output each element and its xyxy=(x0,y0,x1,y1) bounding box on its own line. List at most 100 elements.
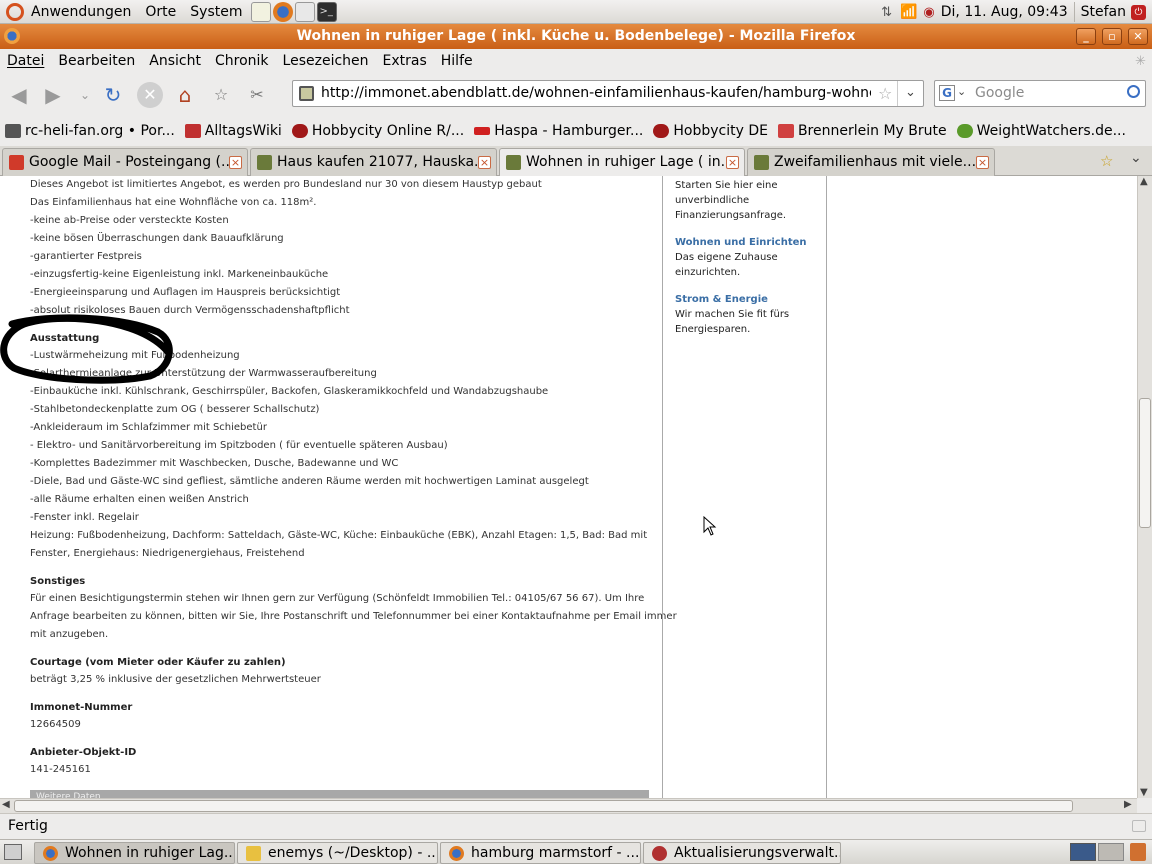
url-dropdown-icon[interactable]: ⌄ xyxy=(897,81,923,106)
site-identity-icon[interactable] xyxy=(299,86,314,101)
firefox-launcher-icon[interactable] xyxy=(272,1,293,22)
menu-bearbeiten[interactable]: Bearbeiten xyxy=(51,53,142,69)
throbber-icon: ✳ xyxy=(1135,54,1146,69)
tab-close-icon[interactable]: × xyxy=(726,156,739,169)
text-editor-launcher-icon[interactable] xyxy=(250,1,271,22)
workspace-switcher-active[interactable] xyxy=(1070,843,1096,861)
ubuntu-logo-icon[interactable] xyxy=(6,2,24,21)
ausstattung-line: -Fenster inkl. Regelair xyxy=(30,512,139,523)
search-icon[interactable] xyxy=(1127,85,1140,98)
search-bar[interactable]: G ⌄ Google xyxy=(934,80,1146,107)
firefox-app-icon xyxy=(43,846,58,861)
scroll-up-icon[interactable]: ▲ xyxy=(1140,176,1148,187)
new-tab-icon[interactable]: ☆ xyxy=(1100,152,1113,170)
finanz-text: Starten Sie hier eine xyxy=(675,180,778,191)
vertical-scrollbar[interactable]: ▲ ▼ xyxy=(1137,176,1152,798)
shutdown-icon[interactable]: ⏻ xyxy=(1131,4,1146,20)
user-menu[interactable]: Stefan xyxy=(1081,4,1126,20)
more-data-bar[interactable]: Weitere Daten xyxy=(30,790,649,798)
close-button[interactable]: ✕ xyxy=(1128,28,1148,45)
menu-chronik[interactable]: Chronik xyxy=(208,53,276,69)
tab-close-icon[interactable]: × xyxy=(478,156,491,169)
reload-button[interactable]: ↻ xyxy=(100,82,126,108)
forward-button[interactable]: ▶ xyxy=(40,82,66,108)
window-titlebar[interactable]: Wohnen in ruhiger Lage ( inkl. Küche u. … xyxy=(0,24,1152,49)
finanz-text: Finanzierungsanfrage. xyxy=(675,210,787,221)
bookmark-item[interactable]: Brennerlein My Brute xyxy=(773,123,952,139)
window-menu-icon[interactable] xyxy=(4,28,20,44)
minimize-button[interactable]: _ xyxy=(1076,28,1096,45)
tab-list-dropdown-icon[interactable]: ⌄ xyxy=(1130,150,1142,166)
update-manager-icon xyxy=(652,846,667,861)
back-button[interactable]: ◀ xyxy=(6,82,32,108)
scroll-left-icon[interactable]: ◀ xyxy=(2,799,10,810)
menu-datei[interactable]: Datei xyxy=(0,53,51,69)
bookmark-favicon-icon xyxy=(474,127,491,135)
menu-orte[interactable]: Orte xyxy=(138,0,183,24)
ausstattung-line: - Elektro- und Sanitärvorbereitung im Sp… xyxy=(30,440,448,451)
tab-label: Haus kaufen 21077, Hauska... xyxy=(277,154,488,170)
taskbar-item-firefox-search[interactable]: hamburg marmstorf - ... xyxy=(440,842,641,864)
menu-system[interactable]: System xyxy=(183,0,249,24)
menu-extras[interactable]: Extras xyxy=(376,53,434,69)
new-bookmark-icon[interactable]: ☆ xyxy=(208,82,234,108)
bookmark-item[interactable]: rc-heli-fan.org • Por... xyxy=(0,123,180,139)
editor-app-icon xyxy=(246,846,261,861)
scroll-corner xyxy=(1137,798,1152,813)
menu-lesezeichen[interactable]: Lesezeichen xyxy=(276,53,376,69)
horizontal-scrollbar[interactable]: ◀ ▶ xyxy=(0,798,1137,813)
maximize-button[interactable]: ▫ xyxy=(1102,28,1122,45)
search-engine-dropdown-icon[interactable]: ⌄ xyxy=(957,85,966,98)
tab-google-mail[interactable]: Google Mail - Posteingang (... × xyxy=(2,148,248,176)
immonet-favicon-icon xyxy=(754,155,769,170)
tab-zweifamilienhaus[interactable]: Zweifamilienhaus mit viele... × xyxy=(747,148,995,176)
wohnen-einrichten-link[interactable]: Wohnen und Einrichten xyxy=(675,237,807,248)
bookmark-favicon-icon xyxy=(5,124,21,138)
bookmark-item[interactable]: AlltagsWiki xyxy=(180,123,287,139)
scroll-down-icon[interactable]: ▼ xyxy=(1140,787,1148,798)
scroll-right-icon[interactable]: ▶ xyxy=(1124,799,1132,810)
taskbar-item-firefox[interactable]: Wohnen in ruhiger Lag... xyxy=(34,842,235,864)
bookmark-star-icon[interactable]: ☆ xyxy=(878,84,892,103)
ausstattung-line: -Ankleideraum im Schlafzimmer mit Schieb… xyxy=(30,422,267,433)
url-input[interactable]: http://immonet.abendblatt.de/wohnen-einf… xyxy=(321,85,871,101)
trash-icon[interactable] xyxy=(1130,843,1146,861)
finanz-text: unverbindliche xyxy=(675,195,750,206)
tab-close-icon[interactable]: × xyxy=(976,156,989,169)
terminal-launcher-icon[interactable]: >_ xyxy=(316,1,337,22)
strom-text: Wir machen Sie fit fürs xyxy=(675,309,790,320)
bookmark-item[interactable]: Hobbycity Online R/... xyxy=(287,123,469,139)
bookmark-item[interactable]: Haspa - Hamburger... xyxy=(469,123,648,139)
bookmark-item[interactable]: WeightWatchers.de... xyxy=(952,123,1131,139)
bookmark-item[interactable]: Hobbycity DE xyxy=(648,123,773,139)
strom-energie-link[interactable]: Strom & Energie xyxy=(675,294,768,305)
taskbar-item-update-manager[interactable]: Aktualisierungsverwalt... xyxy=(643,842,841,864)
show-desktop-icon[interactable] xyxy=(4,844,22,860)
tab-label: Zweifamilienhaus mit viele... xyxy=(774,154,977,170)
notification-icon[interactable]: ⇅ xyxy=(881,5,892,20)
tools-icon[interactable]: ✂ xyxy=(244,82,270,108)
wohnen-text: Das eigene Zuhause xyxy=(675,252,778,263)
search-engine-icon[interactable]: G xyxy=(939,85,955,101)
volume-muted-icon[interactable]: ◉ xyxy=(923,5,934,20)
workspace-switcher-inactive[interactable] xyxy=(1098,843,1124,861)
taskbar-item-editor[interactable]: enemys (~/Desktop) - ... xyxy=(237,842,438,864)
vertical-scroll-thumb[interactable] xyxy=(1139,398,1151,528)
firefox-app-icon xyxy=(449,846,464,861)
horizontal-scroll-thumb[interactable] xyxy=(14,800,1073,812)
clock[interactable]: Di, 11. Aug, 09:43 xyxy=(941,4,1068,20)
history-dropdown-icon[interactable]: ⌄ xyxy=(72,82,98,108)
stop-button[interactable]: ✕ xyxy=(137,82,163,108)
menu-anwendungen[interactable]: Anwendungen xyxy=(24,0,138,24)
tab-haus-kaufen[interactable]: Haus kaufen 21077, Hauska... × xyxy=(250,148,497,176)
search-input[interactable]: Google xyxy=(975,85,1024,101)
menu-ansicht[interactable]: Ansicht xyxy=(142,53,208,69)
url-bar[interactable]: http://immonet.abendblatt.de/wohnen-einf… xyxy=(292,80,924,107)
tab-wohnen-ruhiger-lage[interactable]: Wohnen in ruhiger Lage ( in... × xyxy=(499,148,745,177)
network-icon[interactable]: 📶 xyxy=(900,4,917,20)
mail-launcher-icon[interactable] xyxy=(294,1,315,22)
menu-hilfe[interactable]: Hilfe xyxy=(434,53,480,69)
home-button[interactable]: ⌂ xyxy=(172,82,198,108)
bookmark-favicon-icon xyxy=(777,124,794,138)
tab-close-icon[interactable]: × xyxy=(229,156,242,169)
